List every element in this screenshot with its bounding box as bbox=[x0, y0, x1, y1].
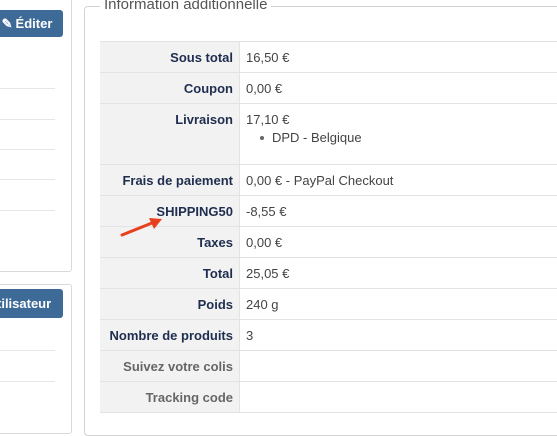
row-value: 0,00 € - PayPal Checkout bbox=[246, 173, 394, 188]
divider bbox=[0, 381, 55, 382]
left-panel-bottom: tilisateur bbox=[0, 284, 72, 434]
row-value: 0,00 € bbox=[246, 81, 283, 96]
row-value bbox=[240, 351, 557, 381]
table-row: Tracking code bbox=[100, 381, 557, 413]
divider bbox=[0, 210, 55, 211]
row-label: Livraison bbox=[100, 104, 240, 164]
divider bbox=[0, 119, 55, 120]
row-value bbox=[240, 382, 557, 412]
divider bbox=[0, 179, 55, 180]
table-row: Nombre de produits 3 bbox=[100, 319, 557, 350]
table-row: Total 25,05 € bbox=[100, 257, 557, 288]
table-row: Poids 240 g bbox=[100, 288, 557, 319]
row-label: Tracking code bbox=[100, 382, 240, 412]
annotation-arrow-icon bbox=[120, 218, 162, 237]
table-row: Suivez votre colis bbox=[100, 350, 557, 381]
table-row: SHIPPING50 -8,55 € bbox=[100, 195, 557, 226]
row-label: Total bbox=[100, 258, 240, 288]
bullet-icon bbox=[260, 135, 264, 140]
divider bbox=[0, 149, 55, 150]
row-value: -8,55 € bbox=[246, 204, 287, 219]
shipping-method: DPD - Belgique bbox=[246, 130, 557, 145]
row-label: Nombre de produits bbox=[100, 320, 240, 350]
row-label: Coupon bbox=[100, 73, 240, 103]
info-table: Sous total 16,50 € Coupon 0,00 € Livrais… bbox=[100, 41, 557, 413]
edit-button[interactable]: ✎ Éditer bbox=[0, 10, 63, 37]
divider bbox=[0, 350, 55, 351]
row-value: 3 bbox=[246, 328, 254, 343]
row-value: 25,05 € bbox=[246, 266, 290, 281]
row-label: Sous total bbox=[100, 42, 240, 72]
user-button[interactable]: tilisateur bbox=[0, 289, 63, 318]
table-row: Sous total 16,50 € bbox=[100, 41, 557, 72]
row-value: 17,10 € DPD - Belgique bbox=[240, 104, 557, 164]
table-row: Livraison 17,10 € DPD - Belgique bbox=[100, 103, 557, 164]
row-value: 240 g bbox=[246, 297, 279, 312]
row-value: 0,00 € bbox=[246, 235, 283, 250]
info-title: Information additionnelle bbox=[100, 0, 272, 14]
row-value: 16,50 € bbox=[246, 50, 290, 65]
user-button-label: tilisateur bbox=[0, 296, 52, 311]
pencil-icon: ✎ bbox=[1, 15, 13, 31]
shipping-method-label: DPD - Belgique bbox=[272, 130, 362, 145]
table-row: Coupon 0,00 € bbox=[100, 72, 557, 103]
row-label: Poids bbox=[100, 289, 240, 319]
left-panel-top: ✎ Éditer bbox=[0, 0, 72, 272]
edit-button-label: Éditer bbox=[15, 16, 53, 31]
row-label: Frais de paiement bbox=[100, 165, 240, 195]
table-row: Frais de paiement 0,00 € - PayPal Checko… bbox=[100, 164, 557, 195]
shipping-amount: 17,10 € bbox=[246, 112, 290, 127]
row-label: Suivez votre colis bbox=[100, 351, 240, 381]
table-row: Taxes 0,00 € bbox=[100, 226, 557, 257]
divider bbox=[0, 88, 55, 89]
